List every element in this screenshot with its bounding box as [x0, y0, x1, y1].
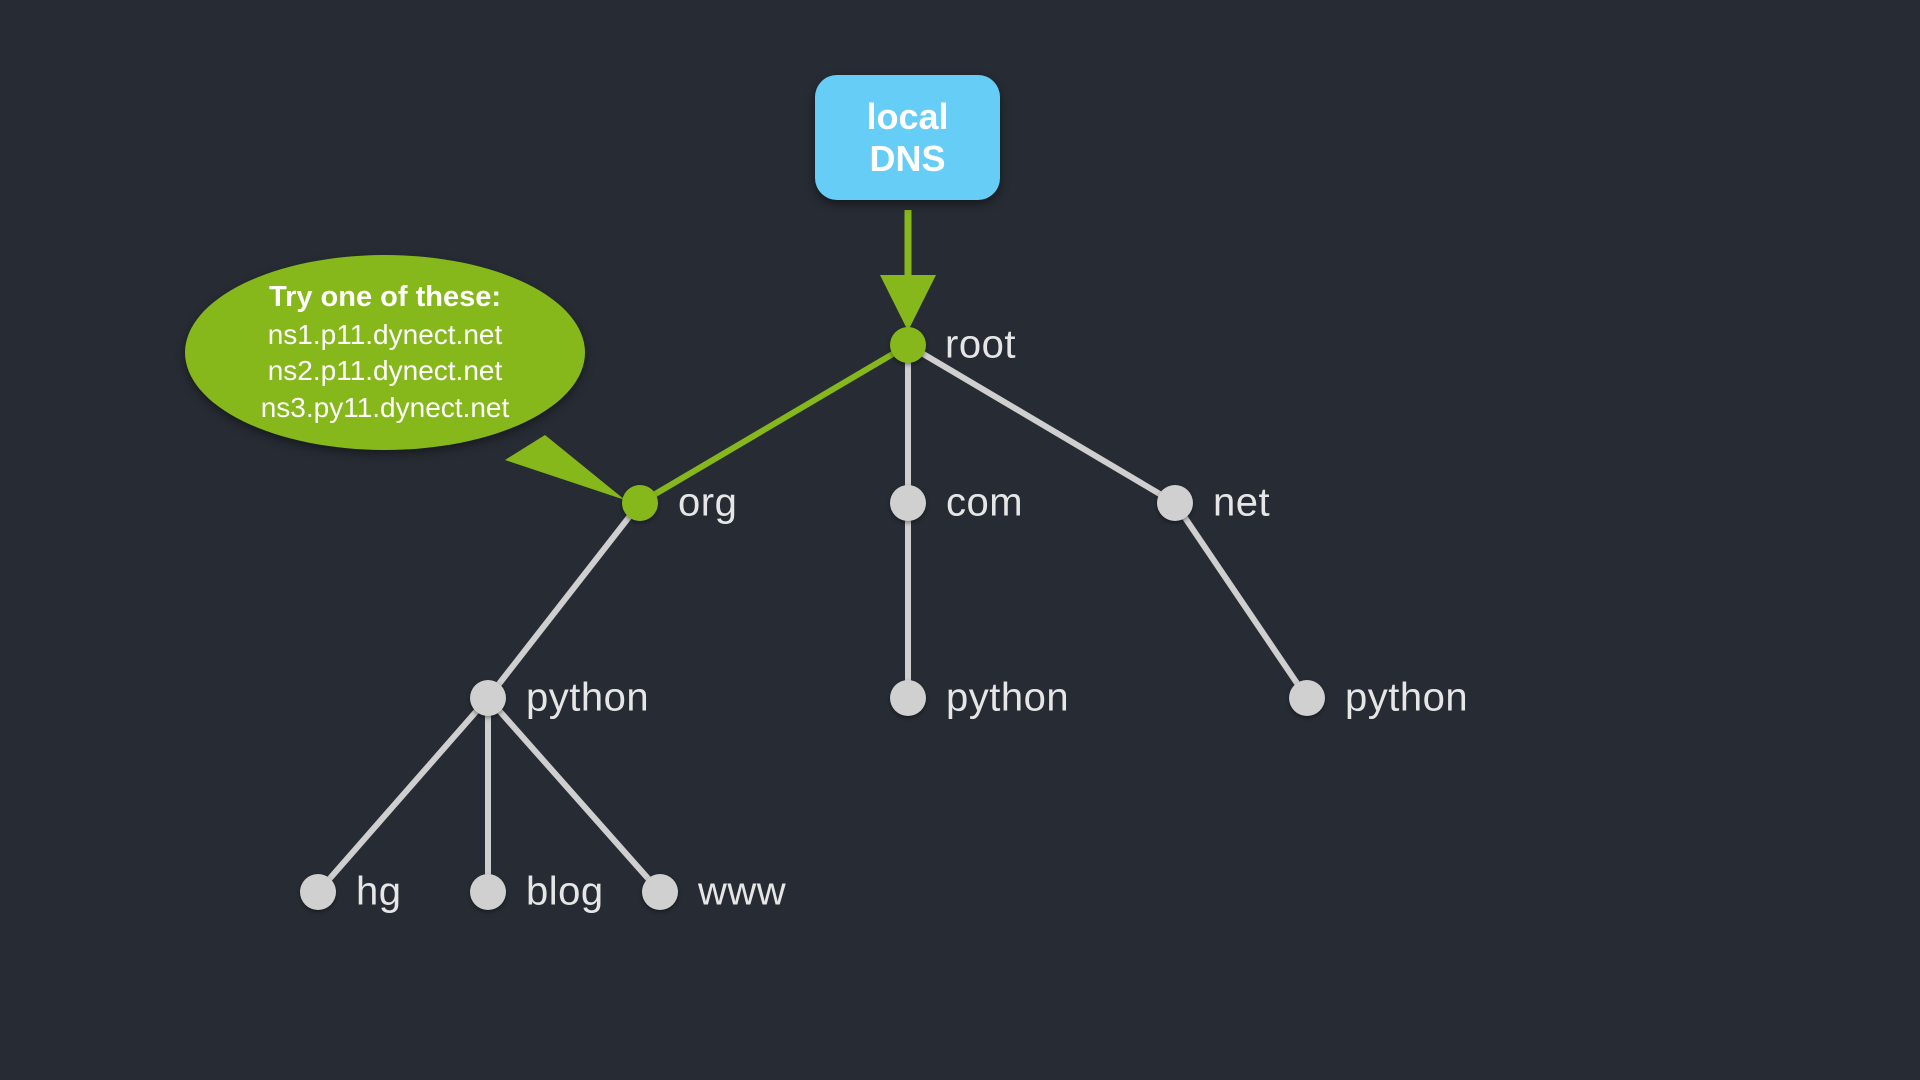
edge-python-www: [488, 698, 660, 892]
bubble-line-3: ns3.py11.dynect.net: [261, 390, 510, 426]
node-hg: [300, 874, 336, 910]
node-net: [1157, 485, 1193, 521]
localdns-line2: DNS: [869, 138, 945, 179]
node-python-org: [470, 680, 506, 716]
edge-org-python: [488, 503, 640, 698]
bubble-line-1: ns1.p11.dynect.net: [268, 317, 503, 353]
bubble-line-2: ns2.p11.dynect.net: [268, 353, 503, 389]
label-python-net: python: [1345, 676, 1468, 721]
label-net: net: [1213, 481, 1270, 526]
edge-root-org: [640, 345, 908, 503]
local-dns-box: local DNS: [815, 75, 1000, 200]
node-org: [622, 485, 658, 521]
edge-root-net: [908, 345, 1175, 503]
label-python-org: python: [526, 676, 649, 721]
node-www: [642, 874, 678, 910]
speech-bubble: Try one of these: ns1.p11.dynect.net ns2…: [185, 255, 585, 450]
localdns-line1: local: [866, 96, 948, 137]
label-root: root: [945, 323, 1016, 368]
label-org: org: [678, 481, 737, 526]
label-www: www: [698, 870, 786, 915]
node-com: [890, 485, 926, 521]
label-com: com: [946, 481, 1023, 526]
node-python-com: [890, 680, 926, 716]
bubble-title: Try one of these:: [269, 279, 501, 317]
diagram-stage: local DNS Try one of these: ns1.p11.dyne…: [0, 0, 1920, 1080]
bubble-tail: [505, 435, 625, 500]
node-blog: [470, 874, 506, 910]
label-hg: hg: [356, 870, 402, 915]
node-root: [890, 327, 926, 363]
edge-python-hg: [318, 698, 488, 892]
edge-net-python: [1175, 503, 1307, 698]
node-python-net: [1289, 680, 1325, 716]
label-blog: blog: [526, 870, 604, 915]
label-python-com: python: [946, 676, 1069, 721]
